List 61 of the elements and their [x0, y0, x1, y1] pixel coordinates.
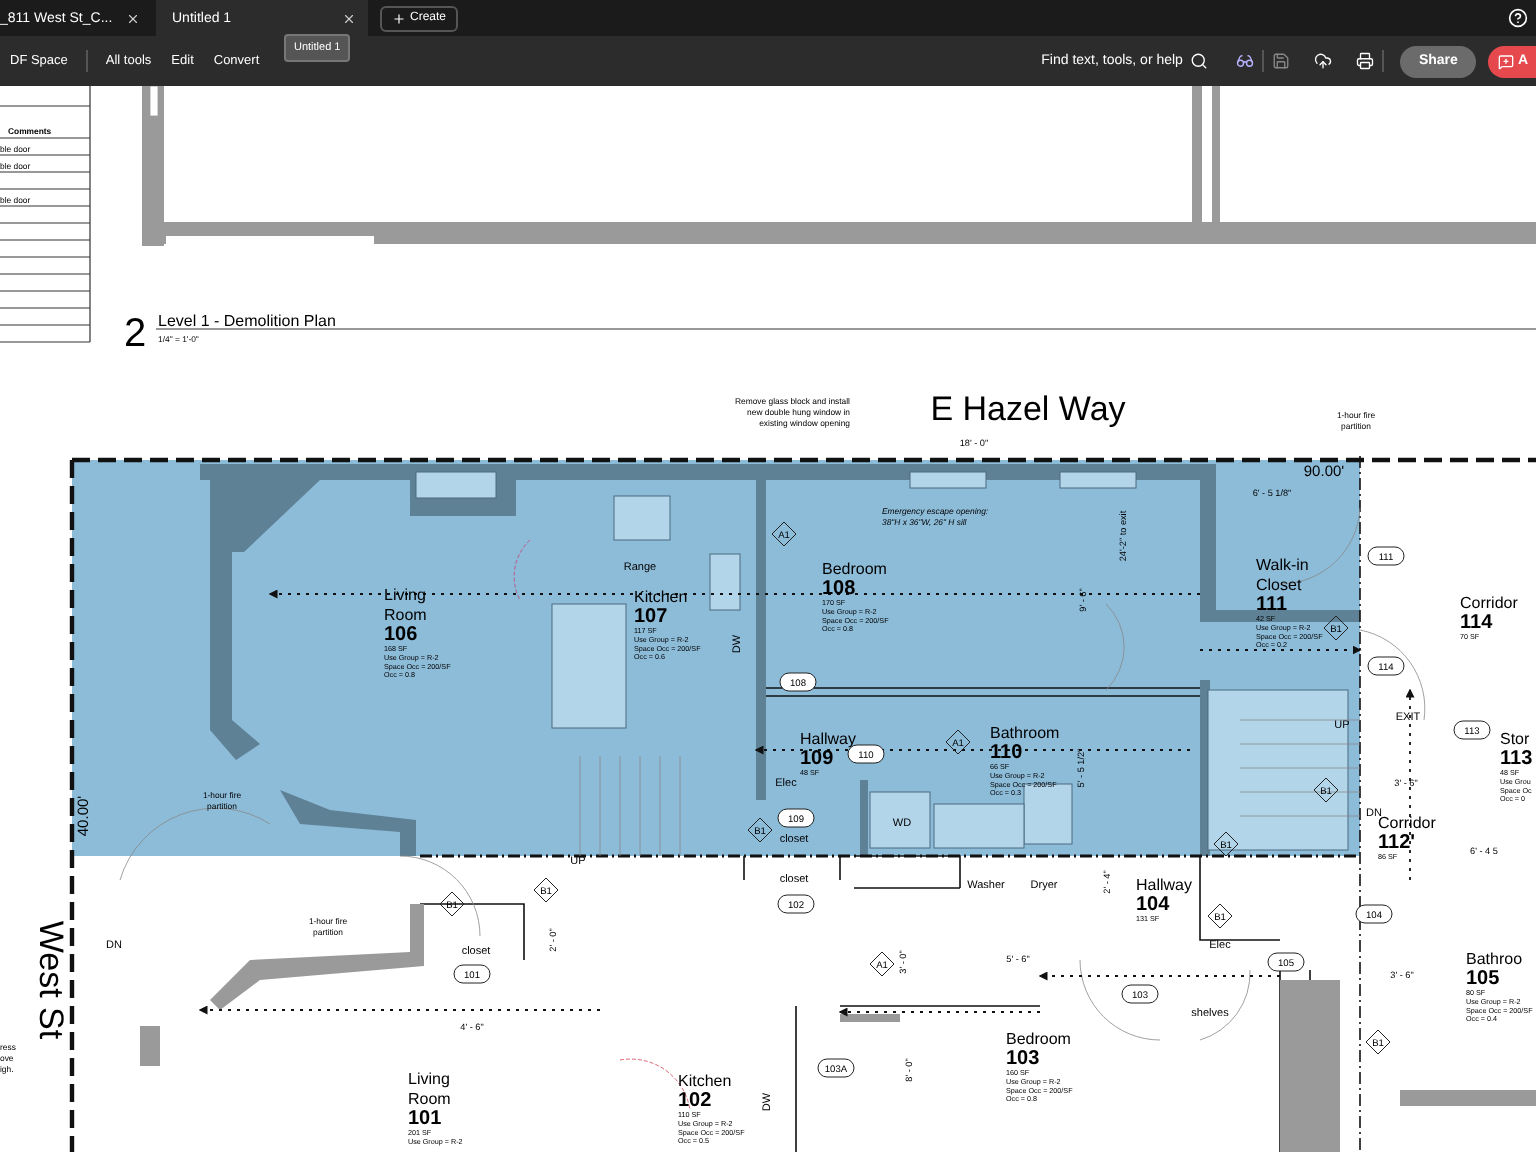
- door-swing-arc: [1105, 603, 1125, 691]
- room-number: 111: [1256, 594, 1288, 616]
- fixture-outline: [613, 495, 671, 541]
- wall: [1400, 1090, 1536, 1106]
- save-icon[interactable]: [1272, 52, 1291, 70]
- search-icon[interactable]: [1190, 52, 1209, 70]
- wall: [280, 790, 416, 856]
- partition-line: [419, 903, 525, 961]
- room-name: Corridor: [1460, 594, 1518, 612]
- room-number: 101: [408, 1108, 442, 1130]
- room-number: 110: [990, 742, 1023, 764]
- chat-icon: [1497, 53, 1514, 69]
- room-name: Bedroom: [1006, 1030, 1071, 1048]
- fixture-outline: [415, 471, 497, 499]
- drawing-title: Level 1 - Demolition Plan: [158, 312, 336, 330]
- room-name: Bathroo: [1466, 950, 1523, 968]
- room-number: 103: [1006, 1048, 1040, 1070]
- door-swing-arc: [513, 539, 531, 601]
- print-icon[interactable]: [1356, 52, 1375, 70]
- room-number: 108: [822, 578, 856, 600]
- fixture-outline: [1059, 471, 1137, 489]
- close-icon[interactable]: [126, 11, 140, 25]
- room-name: Bedroom: [822, 560, 887, 578]
- room-number: 109: [800, 748, 834, 770]
- room-name: Corridor: [1378, 814, 1436, 832]
- room-name: Walk-in Closet: [1256, 556, 1309, 594]
- stair-treads: [579, 755, 681, 857]
- upload-icon[interactable]: [1314, 52, 1333, 70]
- room-name: Hallway: [800, 730, 857, 748]
- room-number: 114: [1460, 612, 1493, 634]
- street-name: E Hazel Way: [930, 390, 1126, 428]
- room-name: Kitchen: [678, 1072, 732, 1090]
- wall: [860, 780, 868, 856]
- help-icon[interactable]: [1508, 8, 1528, 28]
- room-number: 113: [1500, 748, 1533, 770]
- room-number: 102: [678, 1090, 712, 1112]
- plus-icon: [392, 11, 406, 25]
- wall: [140, 1026, 160, 1066]
- stair-treads: [1239, 719, 1361, 817]
- fixture-outline: [551, 603, 627, 729]
- room-name: Living Room: [384, 586, 427, 624]
- room-number: 104: [1136, 894, 1170, 916]
- glasses-icon[interactable]: [1236, 52, 1255, 70]
- room-name: Kitchen: [634, 588, 688, 606]
- fixture-outline: [709, 553, 741, 611]
- drawing-number: 2: [124, 312, 147, 356]
- door-swing-arc: [399, 855, 481, 937]
- close-icon[interactable]: [342, 11, 356, 25]
- room-name: Living Room: [408, 1070, 451, 1108]
- room-number: 107: [634, 606, 668, 628]
- room-name: Stor: [1500, 730, 1530, 748]
- room-number: 106: [384, 624, 418, 646]
- street-name: West St: [32, 920, 70, 1040]
- fixture-outline: [909, 471, 987, 489]
- room-number: 112': [1378, 832, 1416, 854]
- door-swing-arc: [1079, 959, 1161, 1041]
- room-number: 105: [1466, 968, 1500, 990]
- room-name: Hallway: [1136, 876, 1193, 894]
- wall: [840, 1014, 900, 1022]
- room-name: Bathroom: [990, 724, 1060, 742]
- door-swing-arc: [1359, 629, 1426, 721]
